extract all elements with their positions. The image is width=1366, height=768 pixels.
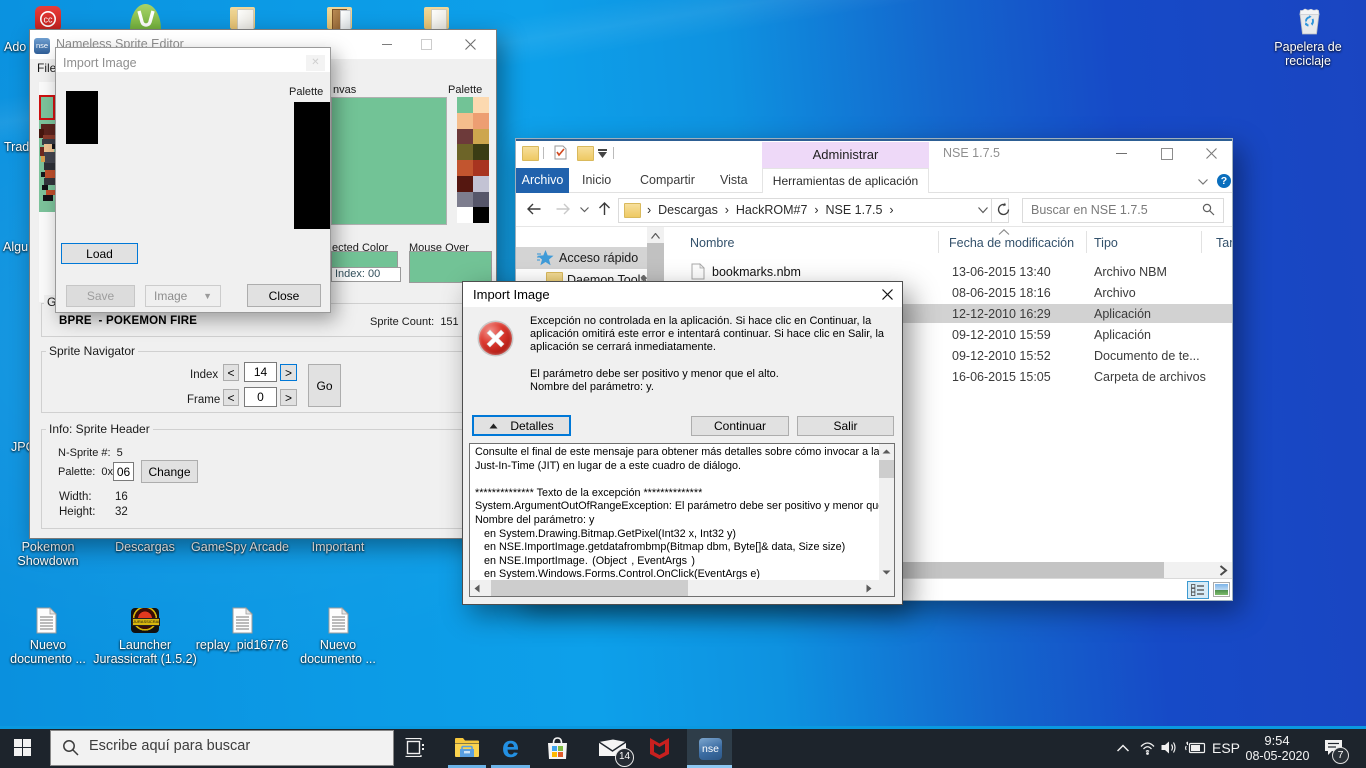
svg-text:cc: cc [44, 14, 54, 24]
